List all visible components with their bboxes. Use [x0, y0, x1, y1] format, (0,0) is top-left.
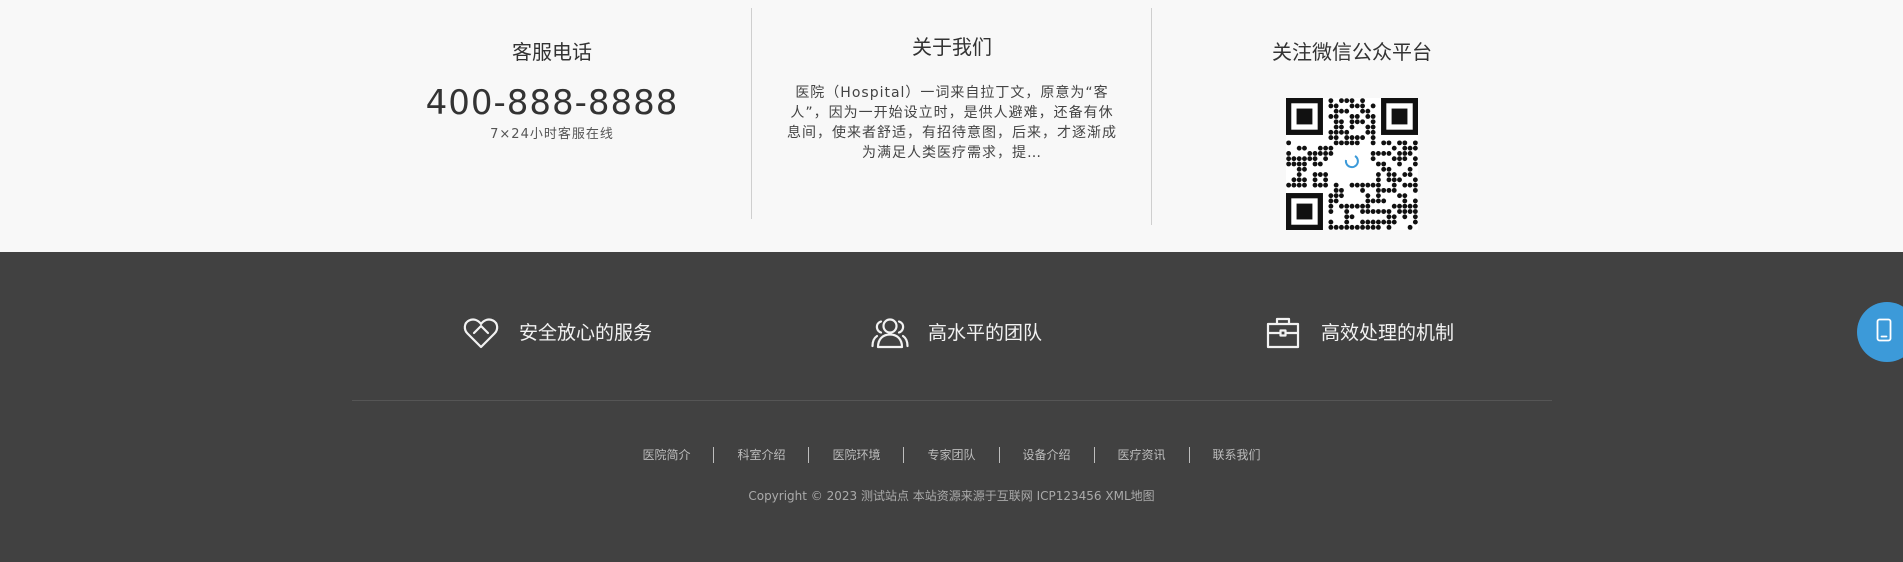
- mobile-phone-icon: [1876, 318, 1892, 346]
- footer-link-environment[interactable]: 医院环境: [808, 447, 903, 463]
- customer-service-title: 客服电话: [512, 40, 592, 64]
- about-us-summary[interactable]: 医院（Hospital）一词来自拉丁文，原意为“客人”，因为一开始设立时，是供人…: [785, 83, 1119, 163]
- customer-service-column: 客服电话 400-888-8888 7×24小时客服在线: [352, 0, 752, 252]
- feature-safe-service: 安全放心的服务: [461, 313, 652, 353]
- qr-code-icon: [1286, 98, 1418, 230]
- footer-link-departments[interactable]: 科室介绍: [713, 447, 808, 463]
- footer-link-experts[interactable]: 专家团队: [903, 447, 998, 463]
- footer-link-hospital-intro[interactable]: 医院简介: [619, 447, 713, 463]
- wechat-title: 关注微信公众平台: [1272, 40, 1432, 64]
- contact-info-section: 客服电话 400-888-8888 7×24小时客服在线 关于我们 医院（Hos…: [0, 0, 1903, 252]
- feature-label: 安全放心的服务: [519, 322, 653, 344]
- about-us-title: 关于我们: [912, 35, 992, 59]
- footer-link-news[interactable]: 医疗资讯: [1093, 447, 1189, 463]
- mobile-site-button[interactable]: [1857, 302, 1903, 362]
- wechat-column: 关注微信公众平台: [1152, 0, 1552, 252]
- copyright-text: Copyright © 2023 测试站点 本站资源来源于互联网 ICP1234…: [748, 489, 1155, 503]
- feature-efficient-mechanism: 高效处理的机制: [1263, 313, 1454, 353]
- service-phone-number[interactable]: 400-888-8888: [352, 82, 752, 124]
- team-icon: [870, 313, 910, 353]
- feature-label: 高水平的团队: [928, 322, 1043, 344]
- footer-link-equipment[interactable]: 设备介绍: [998, 447, 1094, 463]
- about-us-column: 关于我们 医院（Hospital）一词来自拉丁文，原意为“客人”，因为一开始设立…: [752, 0, 1152, 252]
- footer-link-contact[interactable]: 联系我们: [1188, 447, 1284, 463]
- service-hours-note: 7×24小时客服在线: [490, 127, 614, 142]
- feature-label: 高效处理的机制: [1321, 322, 1455, 344]
- footer-divider: [352, 400, 1552, 401]
- feature-team: 高水平的团队: [870, 313, 1042, 353]
- heart-icon: [461, 313, 501, 353]
- footer-nav: 医院简介 科室介绍 医院环境 专家团队 设备介绍 医疗资讯 联系我们: [0, 447, 1903, 463]
- briefcase-icon: [1263, 313, 1303, 353]
